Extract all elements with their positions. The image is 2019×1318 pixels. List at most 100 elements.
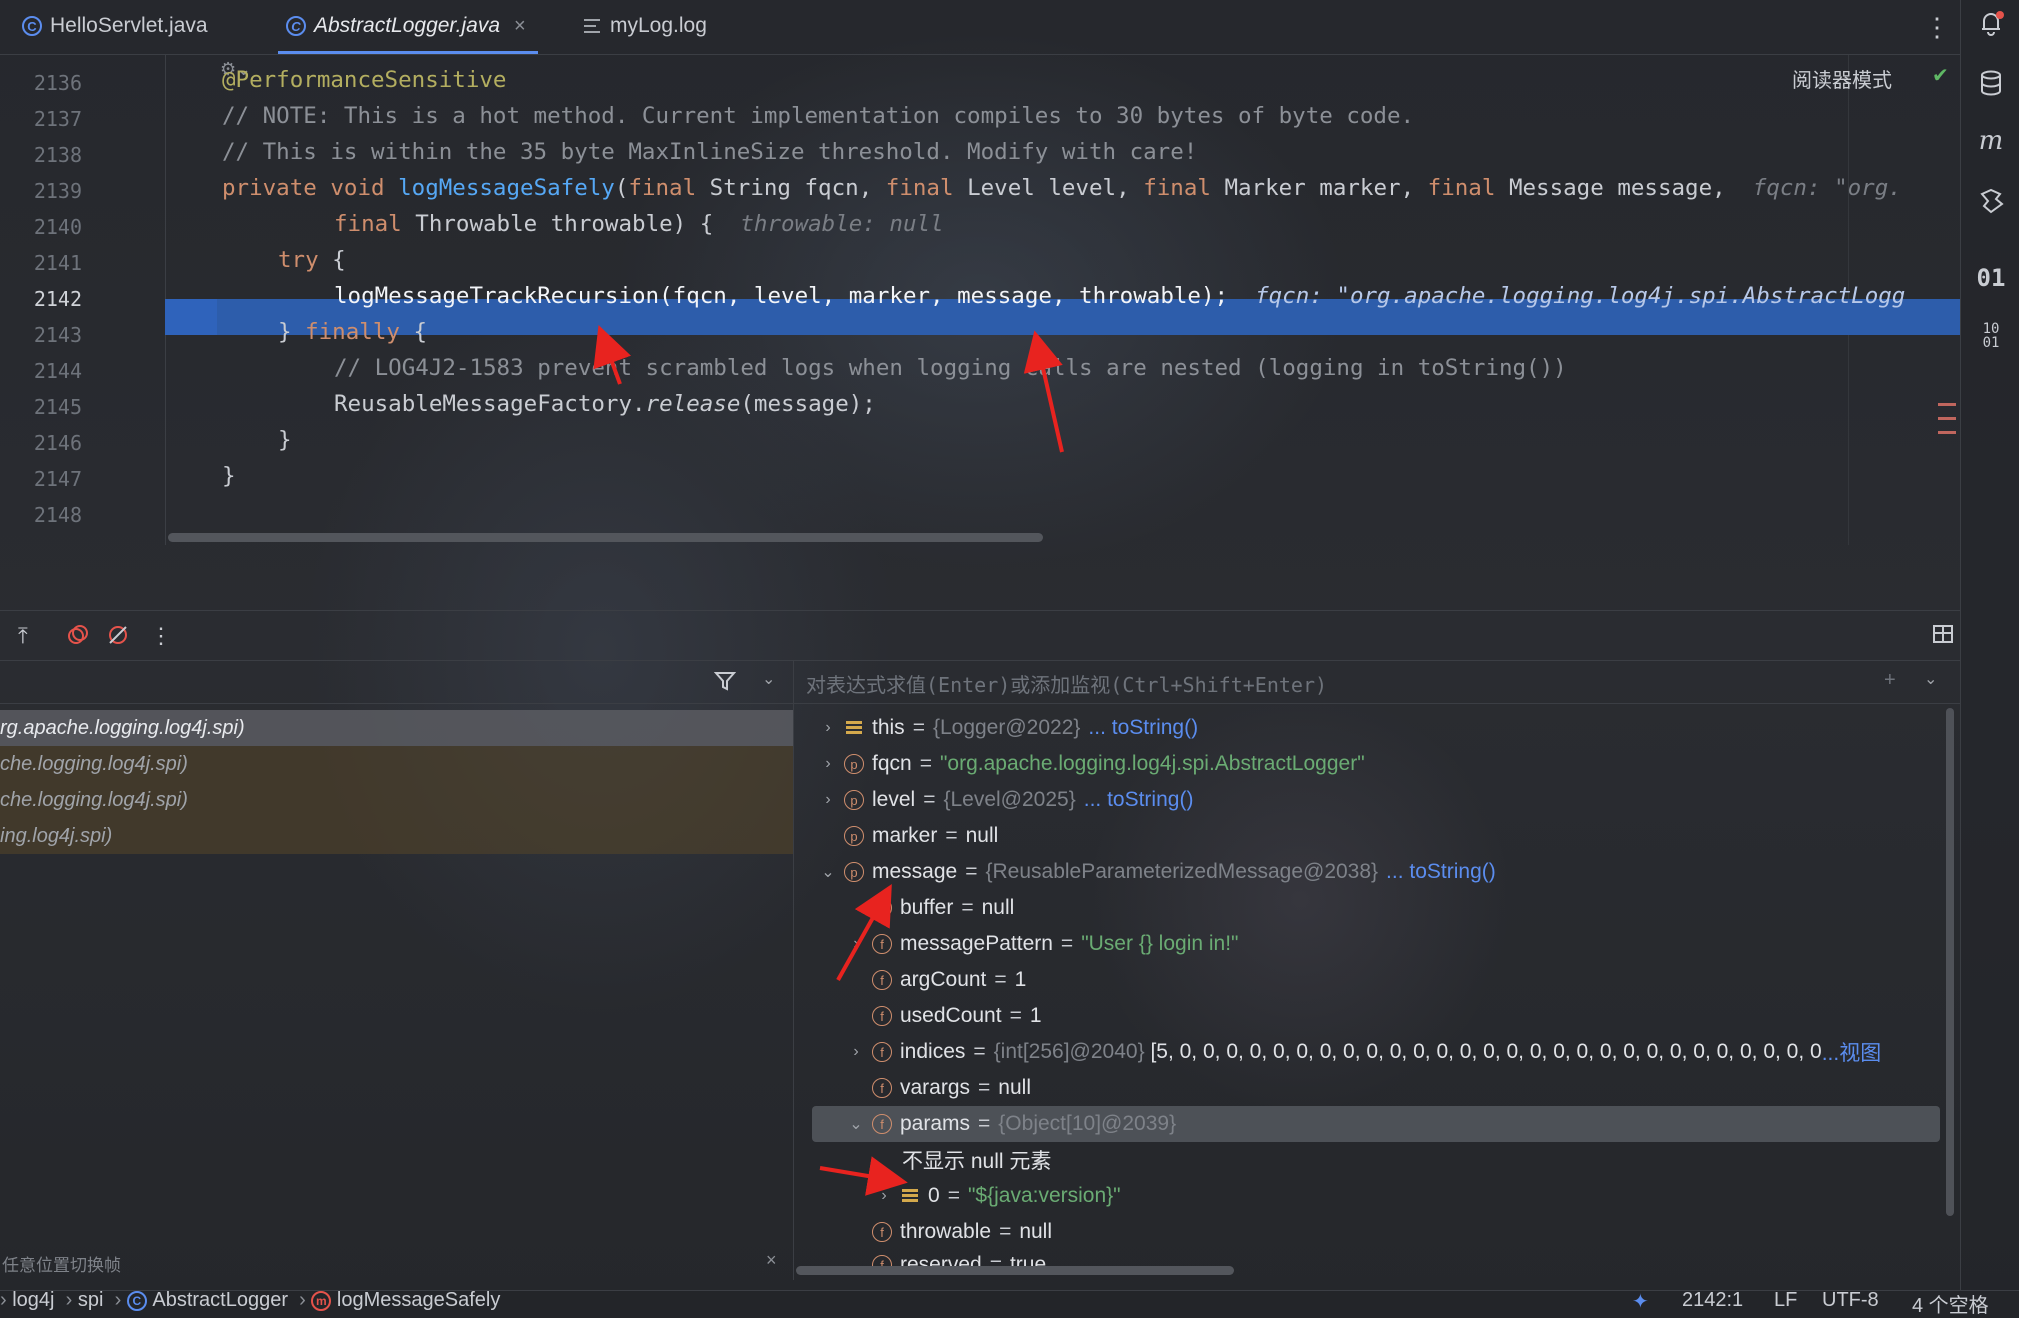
method-icon: m — [311, 1290, 332, 1311]
variable-row[interactable]: f usedCount = 1 — [846, 998, 1042, 1034]
field-icon: f — [872, 1042, 892, 1062]
stack-frame[interactable]: ing.log4j.spi) — [0, 818, 793, 854]
chevron-right-icon[interactable]: › — [846, 1043, 866, 1061]
code-editor[interactable]: ⚙⌄ 阅读器模式 ✔ 2136 2137 2138 2139 2140 2141… — [0, 55, 1960, 545]
reader-mode-button[interactable]: 阅读器模式 — [1792, 64, 1892, 93]
database-icon[interactable] — [1976, 68, 2006, 98]
chevron-down-icon[interactable]: ⌄ — [818, 862, 838, 882]
field-list-icon — [846, 721, 862, 735]
code-line: @PerformanceSensitive — [222, 67, 507, 93]
add-watch-icon[interactable]: + — [1884, 669, 1896, 692]
code-line: } finally { — [278, 319, 428, 345]
frames-tip: 任意位置切换帧 — [2, 1256, 121, 1275]
stack-frame[interactable]: rg.apache.logging.log4j.spi) — [0, 710, 793, 746]
tostring-link[interactable]: ... toString() — [1088, 716, 1198, 740]
variable-row[interactable]: › p fqcn = "org.apache.logging.log4j.spi.Ab… — [818, 746, 1364, 782]
variable-row[interactable]: › p level = {Level@2025}... toString() — [818, 782, 1193, 818]
stack-frame[interactable]: che.logging.log4j.spi) — [0, 782, 793, 818]
eval-expression-input[interactable]: 对表达式求值(Enter)或添加监视(Ctrl+Shift+Enter) — [806, 669, 1327, 698]
breadcrumb-item[interactable]: spi — [78, 1289, 104, 1311]
tab-helloservlet[interactable]: C HelloServlet.java — [22, 0, 208, 52]
file-encoding[interactable]: UTF-8 — [1822, 1289, 1879, 1312]
variable-row[interactable]: › f indices = {int[256]@2040} [5, 0, 0, 0, … — [846, 1034, 1881, 1070]
field-icon: f — [872, 1006, 892, 1026]
horizontal-scrollbar[interactable] — [796, 1266, 1234, 1275]
line-number: 2147 — [33, 467, 82, 491]
tostring-link[interactable]: ... toString() — [1084, 788, 1194, 812]
class-icon: C — [22, 16, 42, 36]
variable-row[interactable]: f reserved = true — [846, 1250, 1046, 1280]
line-separator[interactable]: LF — [1774, 1289, 1797, 1312]
binary-icon[interactable]: 01 — [1976, 264, 2006, 294]
status-bar: › log4j › spi › C AbstractLogger › m log… — [0, 1289, 2019, 1317]
line-number: 2139 — [33, 179, 82, 203]
plugin-icon[interactable] — [1976, 186, 2006, 216]
vertical-scrollbar[interactable] — [1946, 708, 1954, 1216]
chevron-right-icon[interactable]: › — [818, 719, 838, 737]
horizontal-scrollbar[interactable] — [168, 533, 1043, 542]
maven-icon[interactable]: m — [1976, 126, 2006, 156]
variable-row[interactable]: p marker = null — [818, 818, 998, 854]
variable-row[interactable]: › 0 = "${java:version}" — [874, 1178, 1120, 1214]
variable-row[interactable]: › f messagePattern = "User {} login in!" — [846, 926, 1238, 962]
variable-row[interactable]: f throwable = null — [846, 1214, 1052, 1250]
close-icon[interactable]: × — [766, 1250, 777, 1271]
chevron-right-icon[interactable]: › — [874, 1187, 894, 1205]
more-options-icon[interactable]: ⋮ — [150, 623, 172, 649]
breadcrumb-item[interactable]: log4j — [12, 1289, 54, 1311]
parameter-icon: p — [844, 826, 864, 846]
class-icon: C — [126, 1290, 147, 1311]
variable-row[interactable]: ⌄ p message = {ReusableParameterizedMessage… — [818, 854, 1496, 890]
null-elements-note: 不显示 null 元素 — [902, 1150, 1052, 1173]
view-link[interactable]: ...视图 — [1822, 1037, 1882, 1067]
field-icon: f — [872, 934, 892, 954]
mute-breakpoints-icon[interactable] — [106, 623, 130, 653]
layout-settings-icon[interactable] — [1932, 623, 1954, 651]
chevron-down-icon[interactable]: ⌄ — [762, 669, 775, 689]
more-options-icon[interactable]: ⋮ — [1924, 12, 1950, 43]
variables-panel: 对表达式求值(Enter)或添加监视(Ctrl+Shift+Enter) + ⌄… — [794, 660, 1960, 1290]
breadcrumb-item[interactable]: AbstractLogger — [152, 1289, 288, 1311]
right-tool-strip: m 01 10 01 — [1960, 0, 2019, 1290]
parameter-icon: p — [844, 790, 864, 810]
line-number: 2142 — [33, 287, 82, 311]
close-icon[interactable]: × — [514, 15, 526, 38]
class-icon: C — [286, 16, 306, 36]
line-number: 2136 — [33, 71, 82, 95]
variable-row[interactable]: › this = {Logger@2022}... toString() — [818, 710, 1198, 746]
export-threads-icon[interactable]: ⤒ — [18, 623, 28, 649]
variable-row[interactable]: f buffer = null — [846, 890, 1014, 926]
view-breakpoints-icon[interactable] — [66, 623, 90, 653]
code-line: // This is within the 35 byte MaxInlineS… — [222, 139, 1198, 165]
line-number: 2148 — [33, 503, 82, 527]
array-element-icon — [902, 1189, 918, 1203]
variable-row-selected[interactable]: ⌄ f params = {Object[10]@2039} — [812, 1106, 1940, 1142]
chevron-down-icon[interactable]: ⌄ — [1924, 669, 1937, 689]
caret-position[interactable]: 2142:1 — [1682, 1289, 1743, 1312]
debug-toolbar: ⤒ ⋮ — [0, 610, 1960, 661]
eval-expression-bar[interactable]: 对表达式求值(Enter)或添加监视(Ctrl+Shift+Enter) + ⌄ — [794, 660, 1960, 704]
plugin-status-icon[interactable]: ✦ — [1632, 1289, 1649, 1314]
code-line: final Throwable throwable) { throwable: … — [334, 211, 944, 237]
notifications-icon[interactable] — [1976, 8, 2006, 38]
tab-mylog[interactable]: myLog.log — [584, 0, 707, 52]
inspection-ok-icon[interactable]: ✔ — [1932, 63, 1949, 88]
binary-view-icon[interactable]: 10 01 — [1976, 322, 2006, 352]
variable-row[interactable]: f argCount = 1 — [846, 962, 1026, 998]
chevron-right-icon[interactable]: › — [846, 935, 866, 953]
indent-setting[interactable]: 4 个空格 — [1912, 1289, 1989, 1318]
breadcrumb-item[interactable]: logMessageSafely — [337, 1289, 500, 1311]
chevron-down-icon[interactable]: ⌄ — [846, 1114, 866, 1134]
tab-abstractlogger[interactable]: C AbstractLogger.java × — [278, 0, 538, 54]
frames-panel: ⌄ rg.apache.logging.log4j.spi) che.loggi… — [0, 660, 794, 1280]
filter-icon[interactable] — [713, 670, 737, 697]
code-line: private void logMessageSafely(final Stri… — [222, 175, 1902, 201]
line-number: 2138 — [33, 143, 82, 167]
stack-frame[interactable]: che.logging.log4j.spi) — [0, 746, 793, 782]
field-icon: f — [872, 1114, 892, 1134]
code-line: logMessageTrackRecursion(fqcn, level, ma… — [334, 283, 1906, 309]
chevron-right-icon[interactable]: › — [818, 755, 838, 773]
chevron-right-icon[interactable]: › — [818, 791, 838, 809]
tostring-link[interactable]: ... toString() — [1386, 860, 1496, 884]
variable-row[interactable]: f varargs = null — [846, 1070, 1031, 1106]
